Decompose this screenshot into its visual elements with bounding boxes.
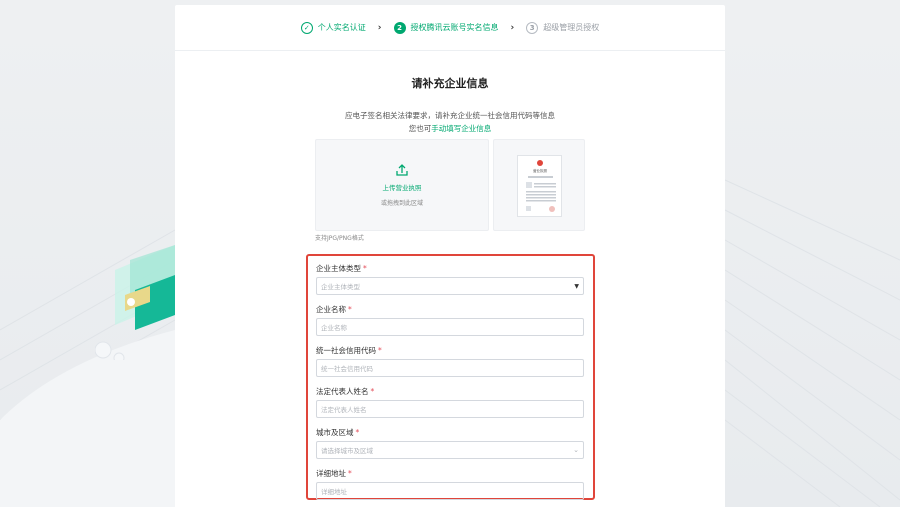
business-license-icon: 营业执照 (526, 160, 556, 212)
city-region-select[interactable]: 请选择城市及区域 ⌄ (316, 441, 584, 459)
chevron-down-icon: ⌄ (573, 446, 579, 454)
upload-area: 上传营业执照 或拖拽到此区域 营业执照 (315, 139, 585, 231)
main-card: ✓ 个人实名认证 › 2 授权腾讯云账号实名信息 › 3 超级管理员授权 请补充… (175, 5, 725, 507)
step-personal-verification: ✓ 个人实名认证 (300, 21, 366, 34)
field-city-region: 城市及区域 * 请选择城市及区域 ⌄ (316, 427, 585, 459)
credit-code-input[interactable]: 统一社会信用代码 (316, 359, 584, 377)
field-company-name: 企业名称 * 企业名称 (316, 304, 585, 336)
legal-rep-input[interactable]: 法定代表人姓名 (316, 400, 584, 418)
chevron-right-icon: › (377, 22, 382, 33)
field-label: 法定代表人姓名 * (316, 387, 375, 396)
step-number-icon: 3 (526, 21, 539, 34)
step-number-icon: 2 (393, 21, 406, 34)
step-label: 授权腾讯云账号实名信息 (410, 23, 499, 32)
license-sample: 营业执照 (493, 139, 585, 231)
page-description: 应电子签名相关法律要求，请补充企业统一社会信用代码等信息 您也可手动填写企业信息 (175, 109, 725, 135)
field-legal-rep: 法定代表人姓名 * 法定代表人姓名 (316, 386, 585, 418)
field-label: 城市及区域 * (316, 428, 360, 437)
chevron-right-icon: › (510, 22, 515, 33)
field-label: 企业名称 * (316, 305, 352, 314)
check-circle-icon: ✓ (300, 21, 313, 34)
field-credit-code: 统一社会信用代码 * 统一社会信用代码 (316, 345, 585, 377)
address-input[interactable]: 详细地址 (316, 482, 584, 500)
field-label: 统一社会信用代码 * (316, 346, 382, 355)
upload-icon (396, 164, 408, 176)
steps-bar: ✓ 个人实名认证 › 2 授权腾讯云账号实名信息 › 3 超级管理员授权 (175, 5, 725, 51)
caret-down-icon: ▼ (574, 282, 579, 290)
company-info-form: 企业主体类型 * 企业主体类型 ▼ 企业名称 * 企业名称 统一社会信用代码 * 统一… (306, 254, 595, 500)
description-line: 您也可手动填写企业信息 (175, 122, 725, 135)
license-sample-image: 营业执照 (517, 155, 562, 217)
company-name-input[interactable]: 企业名称 (316, 318, 584, 336)
upload-title: 上传营业执照 (382, 184, 422, 192)
upload-hint: 或拖拽到此区域 (380, 200, 423, 207)
card-illustration (95, 245, 175, 360)
step-label: 超级管理员授权 (543, 23, 600, 32)
upload-license-dropzone[interactable]: 上传营业执照 或拖拽到此区域 (315, 139, 489, 231)
step-authorize-account: 2 授权腾讯云账号实名信息 (393, 21, 499, 34)
license-sample-heading: 营业执照 (533, 168, 547, 173)
description-prefix: 您也可 (408, 124, 432, 133)
field-label: 企业主体类型 * (316, 264, 367, 273)
step-label: 个人实名认证 (317, 23, 366, 32)
description-line: 应电子签名相关法律要求，请补充企业统一社会信用代码等信息 (345, 111, 555, 120)
page-title: 请补充企业信息 (411, 77, 489, 90)
field-entity-type: 企业主体类型 * 企业主体类型 ▼ (316, 263, 585, 295)
field-label: 详细地址 * (316, 469, 352, 478)
field-address: 详细地址 * 详细地址 (316, 468, 585, 500)
format-note: 支持JPG/PNG格式 (315, 235, 364, 242)
manual-fill-link[interactable]: 手动填写企业信息 (431, 124, 491, 133)
step-super-admin: 3 超级管理员授权 (526, 21, 600, 34)
entity-type-select[interactable]: 企业主体类型 ▼ (316, 277, 584, 295)
